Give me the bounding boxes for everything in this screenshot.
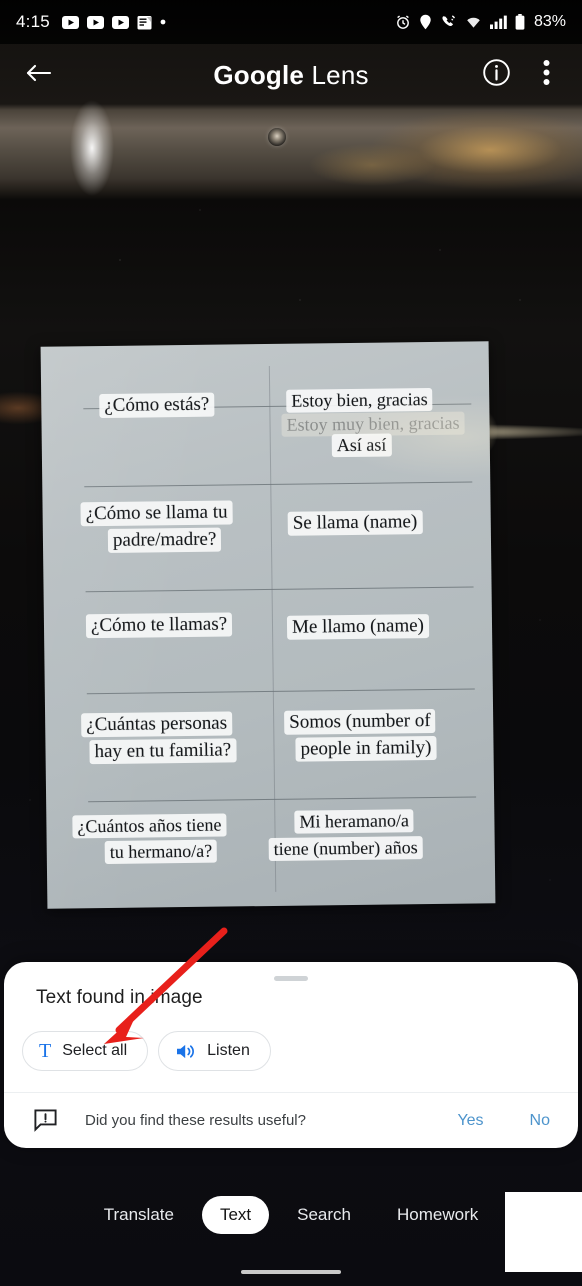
feedback-actions: Yes No bbox=[457, 1112, 550, 1130]
info-icon bbox=[482, 58, 511, 92]
flashcard-paper: ¿Cómo estás? Estoy bien, gracias Estoy m… bbox=[40, 341, 496, 909]
more-options-button[interactable] bbox=[528, 57, 564, 93]
listen-button[interactable]: Listen bbox=[158, 1031, 271, 1071]
ocr-text-block[interactable]: ¿Cómo se llama tu bbox=[80, 500, 233, 527]
phone-call-icon bbox=[440, 14, 457, 30]
ocr-text-block[interactable]: ¿Cómo te llamas? bbox=[85, 612, 233, 639]
app-bar: Google Lens bbox=[0, 44, 582, 106]
mode-homework[interactable]: Homework bbox=[379, 1196, 496, 1234]
ocr-text-block[interactable]: Mi heramano/a bbox=[294, 809, 415, 834]
youtube-play-icon bbox=[61, 15, 79, 29]
status-time: 4:15 bbox=[16, 12, 50, 31]
status-bar-left: 4:15 bbox=[16, 12, 166, 32]
dot-icon bbox=[160, 19, 166, 25]
action-chip-row: T Select all Listen bbox=[22, 1031, 271, 1071]
ocr-text-block[interactable]: people in family) bbox=[295, 735, 437, 763]
status-bar: 4:15 83% bbox=[0, 0, 582, 44]
results-bottom-sheet: Text found in image T Select all Listen bbox=[4, 962, 578, 1148]
alarm-icon bbox=[395, 14, 411, 30]
youtube-play-icon bbox=[86, 15, 104, 29]
battery-percent: 83% bbox=[533, 13, 566, 30]
ocr-text-block[interactable]: ¿Cómo estás? bbox=[99, 392, 215, 419]
calendar-note-icon bbox=[137, 15, 152, 30]
back-arrow-icon bbox=[25, 62, 52, 89]
feedback-bubble-icon bbox=[32, 1108, 58, 1134]
mode-search[interactable]: Search bbox=[279, 1196, 369, 1234]
feedback-no-button[interactable]: No bbox=[530, 1112, 550, 1130]
ocr-text-block[interactable]: ¿Cuántos años tiene bbox=[72, 813, 227, 839]
screenshot-occlusion-rectangle bbox=[505, 1192, 582, 1272]
battery-icon bbox=[515, 14, 525, 30]
app-bar-actions bbox=[478, 57, 564, 93]
select-all-button[interactable]: T Select all bbox=[22, 1031, 149, 1071]
feedback-yes-button[interactable]: Yes bbox=[457, 1112, 483, 1130]
feedback-row: Did you find these results useful? Yes N… bbox=[4, 1092, 578, 1148]
gesture-navigation-bar[interactable] bbox=[241, 1270, 341, 1274]
ocr-text-block[interactable]: tiene (number) años bbox=[268, 836, 423, 862]
app-title-rest: Lens bbox=[304, 59, 369, 90]
ocr-text-block[interactable]: hay en tu familia? bbox=[89, 738, 237, 765]
ocr-text-block[interactable]: ¿Cuántas personas bbox=[81, 711, 233, 738]
ocr-text-block[interactable]: Me llamo (name) bbox=[286, 614, 430, 641]
phone-screen: ¿Cómo estás? Estoy bien, gracias Estoy m… bbox=[0, 0, 582, 1286]
location-pin-icon bbox=[419, 14, 432, 30]
mode-translate[interactable]: Translate bbox=[86, 1196, 192, 1234]
speaker-icon bbox=[175, 1042, 196, 1061]
app-title-brand: Google bbox=[213, 59, 305, 90]
lens-mode-bar: Translate Text Search Homework bbox=[0, 1184, 582, 1246]
status-bar-right: 83% bbox=[395, 13, 566, 31]
ocr-text-block[interactable]: Estoy bien, gracias bbox=[286, 387, 433, 413]
info-button[interactable] bbox=[478, 57, 514, 93]
overflow-menu-icon bbox=[543, 59, 550, 91]
back-button[interactable] bbox=[18, 55, 58, 95]
sheet-drag-handle[interactable] bbox=[274, 976, 308, 981]
youtube-play-icon bbox=[111, 15, 129, 29]
ocr-text-block[interactable]: Somos (number of bbox=[284, 708, 436, 736]
ocr-text-block[interactable]: padre/madre? bbox=[107, 527, 222, 554]
mode-text[interactable]: Text bbox=[201, 1196, 270, 1234]
text-select-icon: T bbox=[39, 1040, 52, 1062]
ocr-text-block[interactable]: Se llama (name) bbox=[287, 510, 423, 537]
feedback-question: Did you find these results useful? bbox=[85, 1112, 306, 1129]
ocr-text-block[interactable]: tu hermano/a? bbox=[104, 839, 218, 865]
select-all-label: Select all bbox=[62, 1042, 128, 1059]
wifi-icon bbox=[465, 15, 482, 29]
ocr-text-block[interactable]: Así así bbox=[331, 433, 392, 458]
listen-label: Listen bbox=[207, 1042, 250, 1059]
sheet-title: Text found in image bbox=[36, 987, 203, 1008]
surface-screw-detail bbox=[268, 128, 286, 146]
signal-bars-icon bbox=[489, 15, 507, 29]
